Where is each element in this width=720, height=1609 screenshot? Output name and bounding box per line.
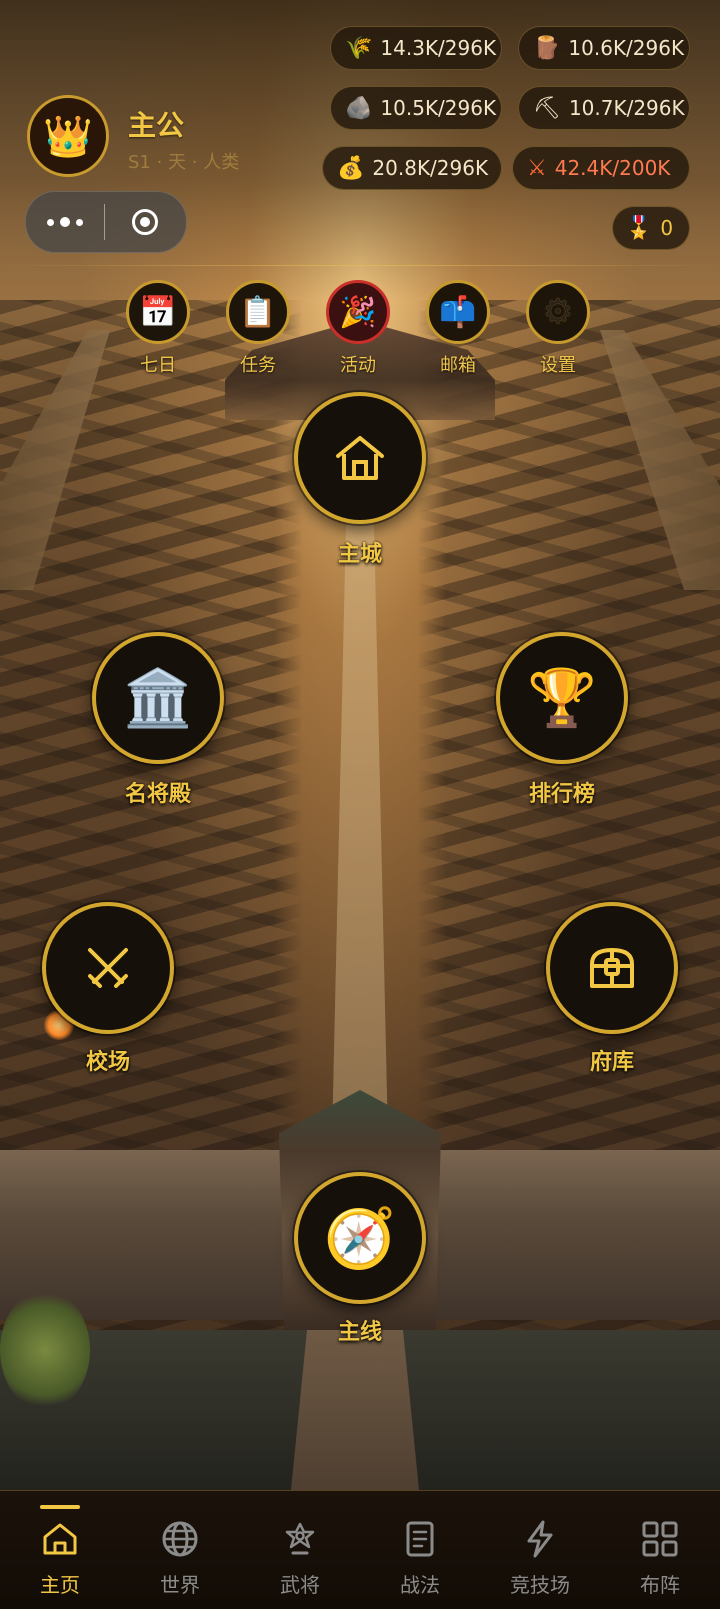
events-label: 活动 bbox=[340, 355, 376, 376]
lightning-icon bbox=[520, 1519, 560, 1559]
scroll-icon bbox=[400, 1519, 440, 1559]
main-city-label: 主城 bbox=[337, 542, 382, 567]
more-options-button[interactable] bbox=[26, 192, 104, 252]
training-ground-button[interactable] bbox=[42, 902, 174, 1034]
nav-formation[interactable]: 布阵 bbox=[600, 1491, 720, 1609]
stone-icon: 🪨 bbox=[345, 95, 373, 121]
more-dot bbox=[60, 217, 70, 227]
nav-tactics[interactable]: 战法 bbox=[360, 1491, 480, 1609]
gear-icon: ⚙ bbox=[542, 292, 574, 332]
nav-world[interactable]: 世界 bbox=[120, 1491, 240, 1609]
active-tab-indicator bbox=[40, 1505, 80, 1509]
resource-value: 10.5K/296K bbox=[380, 96, 497, 120]
medal-icon: 🎖️ bbox=[625, 215, 653, 241]
seven-day-label: 七日 bbox=[140, 355, 176, 376]
close-miniprogram-button[interactable] bbox=[105, 192, 185, 252]
money-bag-icon: 💰 bbox=[337, 155, 365, 181]
medal-counter[interactable]: 🎖️ 0 bbox=[612, 206, 690, 250]
mailbox-icon: 📫 bbox=[439, 294, 477, 330]
nav-label: 布阵 bbox=[640, 1573, 680, 1597]
mailbox-button[interactable]: 📫 bbox=[426, 280, 490, 344]
main-quest-button[interactable]: 🧭 bbox=[294, 1172, 426, 1304]
resource-value: 10.7K/296K bbox=[568, 96, 685, 120]
pickaxe-icon: ⛏ bbox=[533, 95, 561, 121]
tasks-button[interactable]: 📋 bbox=[226, 280, 290, 344]
grid-icon bbox=[640, 1519, 680, 1559]
medal-count: 0 bbox=[660, 216, 674, 240]
compass-icon: 🧭 bbox=[323, 1203, 397, 1272]
resource-grain[interactable]: 🌾 14.3K/296K bbox=[330, 26, 502, 70]
nav-home[interactable]: 主页 bbox=[0, 1491, 120, 1609]
nav-generals[interactable]: 武将 bbox=[240, 1491, 360, 1609]
calendar-icon: 📅 bbox=[139, 294, 177, 330]
header-divider bbox=[0, 265, 720, 266]
nav-label: 世界 bbox=[160, 1573, 200, 1597]
crossed-swords-icon bbox=[88, 948, 128, 988]
treasury-label: 府库 bbox=[589, 1050, 634, 1075]
bottom-navigation: 主页 世界 武将 战法 竞技场 布阵 bbox=[0, 1490, 720, 1609]
house-icon bbox=[336, 436, 384, 480]
trophy-icon: 🏆 bbox=[527, 666, 597, 731]
nav-label: 战法 bbox=[400, 1573, 440, 1597]
events-button[interactable]: 🎉 bbox=[326, 280, 390, 344]
leaderboard-label: 排行榜 bbox=[528, 782, 595, 807]
clipboard-icon: 📋 bbox=[239, 294, 277, 330]
hall-of-generals-label: 名将殿 bbox=[124, 782, 191, 807]
nav-label: 武将 bbox=[280, 1573, 320, 1597]
settings-label: 设置 bbox=[540, 355, 576, 376]
more-dot bbox=[76, 218, 83, 226]
willow-tree bbox=[0, 1290, 90, 1410]
general-badge-icon bbox=[280, 1519, 320, 1559]
wood-icon: 🪵 bbox=[533, 35, 561, 61]
resource-troops[interactable]: ⚔ 42.4K/200K bbox=[512, 146, 690, 190]
tasks-label: 任务 bbox=[240, 355, 276, 376]
resource-stone[interactable]: 🪨 10.5K/296K bbox=[330, 86, 502, 130]
party-popper-icon: 🎉 bbox=[339, 294, 377, 330]
nav-label: 主页 bbox=[40, 1573, 80, 1597]
crossed-swords-icon: ⚔ bbox=[527, 155, 547, 181]
treasury-button[interactable] bbox=[546, 902, 678, 1034]
home-icon bbox=[40, 1519, 80, 1559]
crown-icon: 👑 bbox=[43, 113, 93, 160]
resource-iron[interactable]: ⛏ 10.7K/296K bbox=[518, 86, 690, 130]
resource-value: 10.6K/296K bbox=[568, 36, 685, 60]
globe-icon bbox=[160, 1519, 200, 1559]
player-name: 主公 bbox=[128, 109, 185, 142]
resource-value: 14.3K/296K bbox=[380, 36, 497, 60]
mini-program-capsule bbox=[25, 191, 187, 253]
resource-wood[interactable]: 🪵 10.6K/296K bbox=[518, 26, 690, 70]
player-avatar[interactable]: 👑 bbox=[27, 95, 109, 177]
treasure-chest-icon bbox=[590, 948, 634, 988]
grain-icon: 🌾 bbox=[345, 35, 373, 61]
training-ground-label: 校场 bbox=[85, 1050, 130, 1075]
seven-day-button[interactable]: 📅 bbox=[126, 280, 190, 344]
classical-building-icon: 🏛️ bbox=[123, 666, 193, 731]
resource-value: 20.8K/296K bbox=[372, 156, 489, 180]
leaderboard-button[interactable]: 🏆 bbox=[496, 632, 628, 764]
main-quest-label: 主线 bbox=[337, 1320, 382, 1345]
nav-arena[interactable]: 竞技场 bbox=[480, 1491, 600, 1609]
nav-label: 竞技场 bbox=[510, 1573, 570, 1597]
hall-of-generals-button[interactable]: 🏛️ bbox=[92, 632, 224, 764]
settings-button[interactable]: ⚙ bbox=[526, 280, 590, 344]
more-dot bbox=[47, 218, 54, 226]
resource-gold[interactable]: 💰 20.8K/296K bbox=[322, 146, 502, 190]
mailbox-label: 邮箱 bbox=[440, 355, 476, 376]
target-icon bbox=[132, 209, 158, 235]
resource-value: 42.4K/200K bbox=[554, 156, 671, 180]
main-city-button[interactable] bbox=[294, 392, 426, 524]
player-subtitle: S1 · 天 · 人类 bbox=[128, 152, 240, 173]
